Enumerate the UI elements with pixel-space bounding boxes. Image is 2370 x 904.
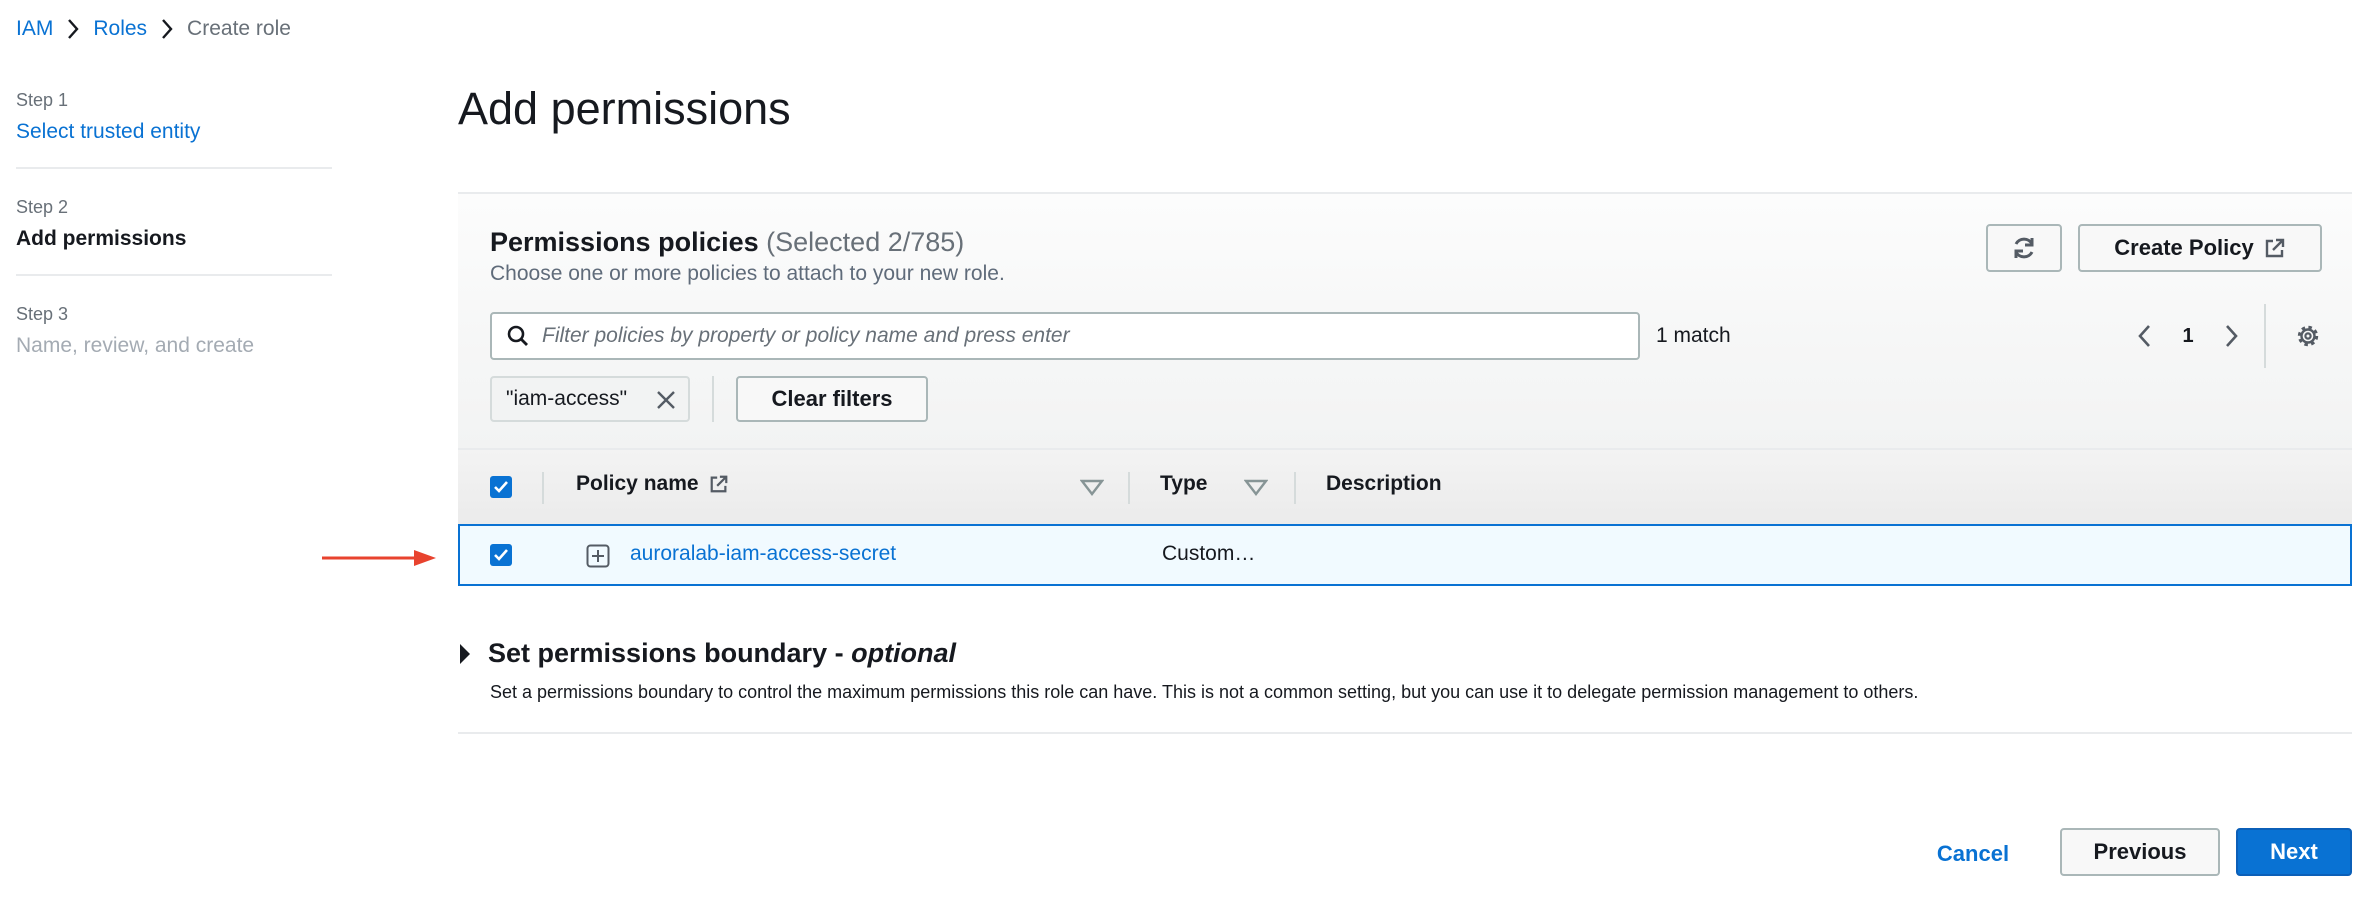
step-number: Step 3 xyxy=(16,304,69,324)
policy-filter-search xyxy=(490,312,1640,360)
next-page-button[interactable] xyxy=(2208,316,2254,356)
boundary-title-text: Set permissions boundary - xyxy=(488,638,852,668)
chevron-right-icon xyxy=(2226,325,2238,347)
checkmark-icon xyxy=(494,549,508,561)
column-divider xyxy=(542,472,544,504)
expand-plus-icon[interactable] xyxy=(586,544,610,568)
panel-title-text: Permissions policies xyxy=(490,227,759,257)
cancel-button[interactable]: Cancel xyxy=(1918,830,2028,878)
policy-type: Custom… xyxy=(1162,542,1256,565)
column-header-label: Policy name xyxy=(576,472,699,495)
panel-description: Choose one or more policies to attach to… xyxy=(490,262,1005,285)
breadcrumb-iam-link[interactable]: IAM xyxy=(16,17,53,41)
table-row[interactable]: auroralab-iam-access-secret Custom… xyxy=(458,524,2352,586)
column-header-policy-name[interactable]: Policy name xyxy=(576,472,729,496)
permissions-boundary-toggle[interactable]: Set permissions boundary - optional xyxy=(458,638,956,669)
close-icon xyxy=(657,391,675,409)
filter-token: "iam-access" xyxy=(490,376,690,422)
select-all-checkbox[interactable] xyxy=(490,476,512,498)
column-header-type[interactable]: Type xyxy=(1160,472,1207,496)
permissions-boundary-section: Set permissions boundary - optional Set … xyxy=(458,638,2352,734)
filter-token-label: "iam-access" xyxy=(506,387,628,410)
chevron-right-icon xyxy=(147,17,187,41)
row-checkbox[interactable] xyxy=(490,544,512,566)
next-button[interactable]: Next xyxy=(2236,828,2352,876)
column-header-label: Description xyxy=(1326,472,1442,495)
column-header-label: Type xyxy=(1160,472,1208,495)
panel-title: Permissions policies (Selected 2/785) xyxy=(490,224,964,260)
wizard-step-2: Step 2 Add permissions xyxy=(16,195,332,276)
refresh-icon xyxy=(2014,237,2034,259)
step-name-review-create: Name, review, and create xyxy=(16,334,255,357)
permissions-boundary-description: Set a permissions boundary to control th… xyxy=(490,682,1919,702)
permissions-policies-panel: Permissions policies (Selected 2/785) Ch… xyxy=(458,192,2352,586)
column-divider xyxy=(1294,472,1296,504)
wizard-step-1: Step 1 Select trusted entity xyxy=(16,88,332,169)
step-number: Step 2 xyxy=(16,197,69,217)
breadcrumb-current: Create role xyxy=(187,17,291,40)
clear-filters-button[interactable]: Clear filters xyxy=(736,376,928,422)
wizard-step-3: Step 3 Name, review, and create xyxy=(16,302,332,381)
page-title: Add permissions xyxy=(458,83,791,134)
preferences-button[interactable] xyxy=(2288,316,2328,356)
table-header: Policy name Type Description xyxy=(458,448,2352,526)
page-number[interactable]: 1 xyxy=(2168,325,2208,348)
selected-count: (Selected 2/785) xyxy=(766,227,965,257)
step-number: Step 1 xyxy=(16,90,69,110)
chevron-right-icon xyxy=(53,17,93,41)
breadcrumb: IAM Roles Create role xyxy=(16,14,291,44)
previous-page-button[interactable] xyxy=(2122,316,2168,356)
column-header-description: Description xyxy=(1326,472,1442,496)
remove-filter-button[interactable] xyxy=(652,386,680,414)
previous-button[interactable]: Previous xyxy=(2060,828,2220,876)
breadcrumb-roles-link[interactable]: Roles xyxy=(93,17,147,41)
chevron-left-icon xyxy=(2138,325,2150,347)
checkmark-icon xyxy=(494,481,508,493)
step-add-permissions: Add permissions xyxy=(16,227,187,250)
search-icon xyxy=(507,325,528,346)
sort-caret-down-icon[interactable] xyxy=(1080,478,1104,498)
divider xyxy=(2264,304,2266,368)
permissions-boundary-title: Set permissions boundary - optional xyxy=(488,638,956,669)
policy-name-link[interactable]: auroralab-iam-access-secret xyxy=(630,542,896,566)
external-link-icon xyxy=(710,475,727,493)
match-count: 1 match xyxy=(1656,324,1731,347)
create-policy-label: Create Policy xyxy=(2114,235,2254,260)
search-input[interactable] xyxy=(542,324,1622,348)
caret-right-icon xyxy=(460,643,470,664)
gear-icon xyxy=(2297,325,2319,347)
column-divider xyxy=(1128,472,1130,504)
sort-caret-down-icon[interactable] xyxy=(1244,478,1268,498)
panel-header: Permissions policies (Selected 2/785) Ch… xyxy=(458,194,2352,448)
create-policy-button[interactable]: Create Policy xyxy=(2078,224,2322,272)
wizard-steps: Step 1 Select trusted entity Step 2 Add … xyxy=(16,88,332,407)
annotation-arrow-icon xyxy=(322,550,436,566)
boundary-title-optional: optional xyxy=(851,638,957,668)
divider xyxy=(712,376,714,422)
refresh-button[interactable] xyxy=(1986,224,2062,272)
step-select-trusted-entity-link[interactable]: Select trusted entity xyxy=(16,117,332,147)
external-link-icon xyxy=(2265,238,2284,258)
pagination: 1 xyxy=(2122,316,2254,356)
